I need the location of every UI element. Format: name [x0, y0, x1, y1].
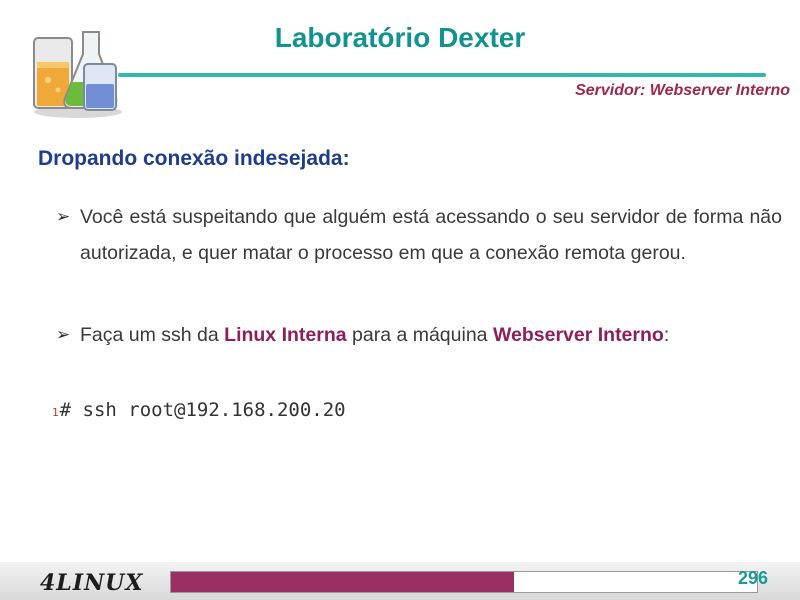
page-number: 296 — [738, 568, 769, 588]
slide-progress-fill — [171, 572, 515, 592]
bullet-text-after: : — [663, 324, 670, 346]
code-block: 1# ssh root@192.168.200.20 — [52, 399, 346, 421]
highlight-linux-interna: Linux Interna — [224, 324, 347, 346]
bullet-text: Você está suspeitando que alguém está ac… — [80, 206, 782, 264]
highlight-webserver-interno: Webserver Interno — [492, 324, 664, 346]
code-line-number: 1 — [52, 406, 59, 419]
bullet-item: ➢ Você está suspeitando que alguém está … — [56, 199, 782, 271]
slide-subtitle: Servidor: Webserver Interno — [575, 82, 790, 99]
code-line: # ssh root@192.168.200.20 — [59, 399, 346, 421]
brand-logo: 4LINUX — [40, 570, 144, 596]
bullet-text: Faça um ssh da Linux Interna para a máqu… — [80, 317, 782, 353]
title-divider — [118, 73, 766, 77]
arrow-bullet-icon: ➢ — [56, 207, 71, 226]
slide-progress-bar — [170, 571, 758, 593]
bullet-item: ➢ Faça um ssh da Linux Interna para a má… — [56, 317, 782, 353]
arrow-bullet-icon: ➢ — [56, 325, 71, 344]
slide-title: Laboratório Dexter — [274, 22, 526, 53]
section-heading: Dropando conexão indesejada: — [38, 147, 350, 170]
bullet-text-before: Faça um ssh da — [80, 324, 225, 346]
bullet-text-middle: para a máquina — [346, 324, 493, 346]
